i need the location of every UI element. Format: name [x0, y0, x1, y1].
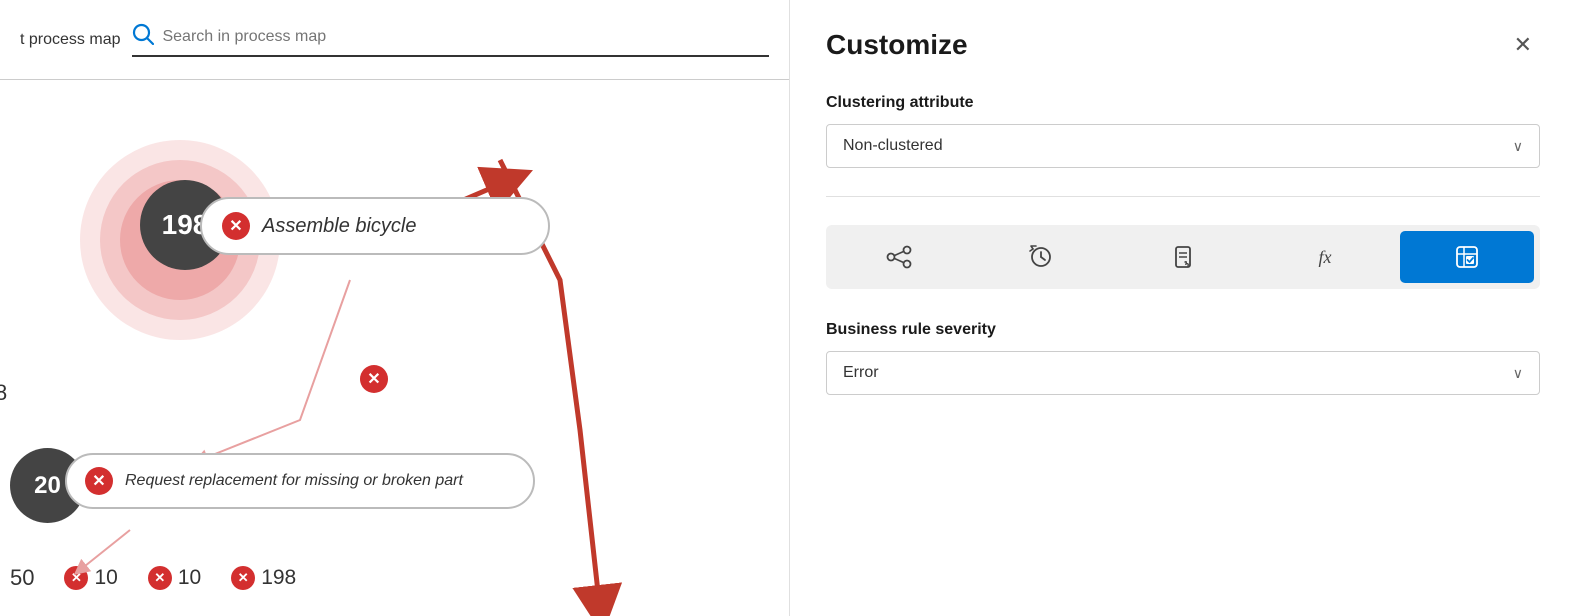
- error-icon-bottom-198: ✕: [231, 566, 255, 590]
- close-button[interactable]: ✕: [1506, 28, 1540, 62]
- tab-formula[interactable]: fx: [1258, 231, 1392, 283]
- business-rule-chevron-icon: ∨: [1513, 365, 1523, 382]
- formula-icon: fx: [1319, 247, 1332, 268]
- label-8: 8: [0, 380, 7, 406]
- search-input[interactable]: [162, 28, 769, 46]
- customize-header: Customize ✕: [826, 28, 1540, 62]
- request-replacement-label: Request replacement for missing or broke…: [125, 472, 463, 490]
- search-bar: t process map: [0, 0, 789, 80]
- process-map-label: t process map: [20, 31, 120, 49]
- business-rule-value: Error: [843, 364, 879, 382]
- clustering-dropdown[interactable]: Non-clustered ∨: [826, 124, 1540, 168]
- assemble-bicycle-label: Assemble bicycle: [262, 215, 417, 238]
- customize-panel: Customize ✕ Clustering attribute Non-clu…: [790, 0, 1576, 616]
- badge-20-top: ✕ 20: [360, 365, 388, 393]
- business-rule-label: Business rule severity: [826, 321, 1540, 339]
- error-icon-bottom-10b: ✕: [148, 566, 172, 590]
- clustering-chevron-icon: ∨: [1513, 138, 1523, 155]
- tab-time[interactable]: [974, 231, 1108, 283]
- business-rule-dropdown[interactable]: Error ∨: [826, 351, 1540, 395]
- section-divider: [826, 196, 1540, 197]
- search-input-wrap[interactable]: [132, 23, 769, 57]
- pill-request-replacement[interactable]: ✕ Request replacement for missing or bro…: [65, 453, 535, 509]
- bottom-numbers-row: 50 ✕ 10 ✕ 10 ✕ 198: [0, 565, 306, 591]
- error-icon-request: ✕: [85, 467, 113, 495]
- error-icon-assemble: ✕: [222, 212, 250, 240]
- customize-title: Customize: [826, 29, 968, 61]
- clustering-value: Non-clustered: [843, 137, 943, 155]
- badge-bottom-10a: ✕ 10: [64, 566, 117, 590]
- map-canvas: 198 ✕ Assemble bicycle 8 ✕ 20 20 ✕ Reque…: [0, 80, 789, 616]
- tab-document[interactable]: [1116, 231, 1250, 283]
- tab-connections[interactable]: [832, 231, 966, 283]
- pill-assemble-bicycle[interactable]: ✕ Assemble bicycle: [200, 197, 550, 255]
- tab-icons-row: fx: [826, 225, 1540, 289]
- tab-rule[interactable]: [1400, 231, 1534, 283]
- badge-bottom-198: ✕ 198: [231, 566, 296, 590]
- process-map-panel: t process map: [0, 0, 790, 616]
- error-icon-20-top: ✕: [360, 365, 388, 393]
- label-50: 50: [10, 565, 34, 591]
- badge-bottom-10b: ✕ 10: [148, 566, 201, 590]
- business-rule-section: Business rule severity Error ∨: [826, 321, 1540, 395]
- search-icon: [132, 23, 154, 51]
- clustering-label: Clustering attribute: [826, 94, 1540, 112]
- error-icon-bottom-10a: ✕: [64, 566, 88, 590]
